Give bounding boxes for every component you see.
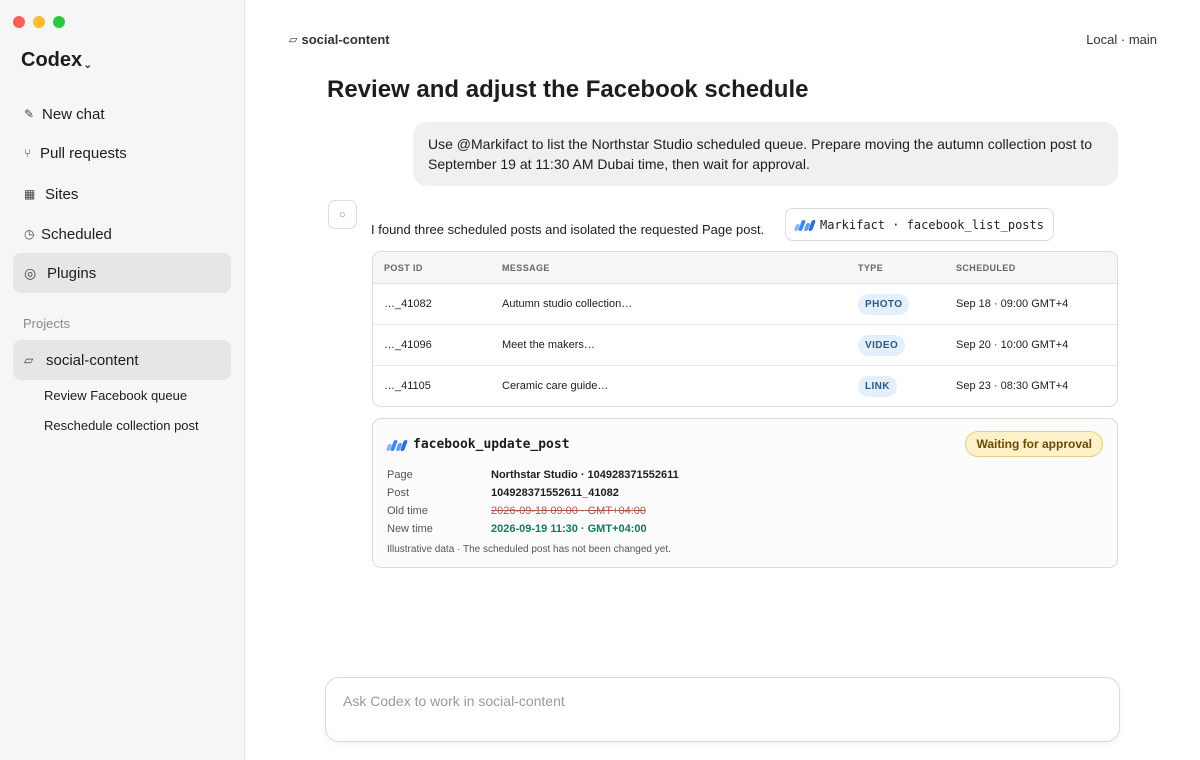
sidebar-item-label: Sites (45, 185, 79, 203)
sidebar-item-plugins[interactable]: ◎ Plugins (13, 253, 231, 293)
post-id-cell: …_41105 (384, 380, 431, 392)
field-value-page: Northstar Studio · 104928371552611 (491, 469, 679, 481)
main-panel: ▱ social-content Local · main Review and… (245, 0, 1200, 760)
composer (325, 677, 1120, 742)
sidebar: Codex ⌄ ✎ New chat ⑂ Pull requests ▦ Sit… (0, 0, 245, 760)
scheduled-cell: Sep 23 · 08:30 GMT+4 (956, 380, 1069, 392)
app-switcher[interactable]: Codex ⌄ (21, 49, 92, 72)
close-window-button[interactable] (13, 16, 25, 28)
folder-icon: ▱ (24, 353, 34, 367)
zoom-window-button[interactable] (53, 16, 65, 28)
field-value-new-time: 2026-09-19 11:30 · GMT+04:00 (491, 523, 647, 535)
plugin-icon: ◎ (24, 264, 37, 281)
message-cell: Ceramic care guide… (502, 380, 609, 392)
update-post-card: facebook_update_post Waiting for approva… (372, 418, 1118, 568)
projects-heading: Projects (23, 316, 70, 331)
window-controls (13, 16, 65, 28)
type-badge: PHOTO (858, 294, 910, 315)
field-label-page: Page (387, 469, 413, 481)
markifact-logo-icon (385, 439, 409, 451)
table-row: …_41105 Ceramic care guide… LINK Sep 23 … (373, 366, 1117, 406)
column-header-type: TYPE (858, 263, 884, 273)
table-row: …_41096 Meet the makers… VIDEO Sep 20 · … (373, 325, 1117, 366)
sidebar-project-social-content[interactable]: ▱ social-content (13, 340, 231, 380)
sidebar-item-new-chat[interactable]: ✎ New chat (13, 94, 231, 134)
thread-review-facebook-queue[interactable]: Review Facebook queue (44, 388, 187, 403)
scheduled-posts-table: POST ID MESSAGE TYPE SCHEDULED …_41082 A… (372, 251, 1118, 407)
markifact-logo-icon (793, 219, 817, 231)
column-header-post-id: POST ID (384, 263, 423, 273)
environment-selector[interactable]: Local · main (1086, 32, 1157, 47)
thread-reschedule-collection-post[interactable]: Reschedule collection post (44, 418, 199, 433)
type-badge: LINK (858, 376, 897, 397)
chevron-down-icon: ⌄ (83, 59, 93, 71)
update-tool-name: facebook_update_post (413, 437, 570, 452)
status-badge: Waiting for approval (965, 431, 1103, 457)
update-card-title: facebook_update_post (385, 437, 570, 452)
field-label-new-time: New time (387, 523, 433, 535)
composer-input[interactable] (343, 692, 1103, 710)
sidebar-item-label: Pull requests (40, 144, 127, 162)
assistant-avatar: ○ (328, 200, 357, 229)
breadcrumb[interactable]: ▱ social-content (289, 32, 390, 47)
sidebar-item-pull-requests[interactable]: ⑂ Pull requests (13, 133, 231, 173)
brand-name: Codex (21, 49, 83, 71)
scheduled-cell: Sep 20 · 10:00 GMT+4 (956, 339, 1069, 351)
sidebar-item-sites[interactable]: ▦ Sites (13, 174, 231, 214)
post-id-cell: …_41096 (384, 339, 432, 351)
sidebar-item-scheduled[interactable]: ◷ Scheduled (13, 214, 231, 254)
assistant-message: I found three scheduled posts and isolat… (371, 222, 765, 237)
scheduled-cell: Sep 18 · 09:00 GMT+4 (956, 298, 1069, 310)
column-header-message: MESSAGE (502, 263, 550, 273)
folder-icon: ▱ (289, 34, 298, 46)
field-value-old-time: 2026-09-18 09:00 · GMT+04:00 (491, 505, 647, 517)
sidebar-item-label: Plugins (47, 264, 97, 282)
branch-icon: ⑂ (24, 146, 32, 160)
clock-icon: ◷ (24, 227, 35, 241)
sidebar-item-label: Scheduled (41, 225, 112, 243)
field-value-post: 104928371552611_41082 (491, 487, 619, 499)
field-label-post: Post (387, 487, 410, 499)
update-card-note: Illustrative data · The scheduled post h… (387, 544, 671, 555)
minimize-window-button[interactable] (33, 16, 45, 28)
post-id-cell: …_41082 (384, 298, 432, 310)
table-header: POST ID MESSAGE TYPE SCHEDULED (373, 252, 1117, 284)
user-message: Use @Markifact to list the Northstar Stu… (413, 122, 1118, 186)
breadcrumb-project: social-content (301, 32, 390, 47)
type-badge: VIDEO (858, 335, 906, 356)
tool-call-pill[interactable]: Markifact · facebook_list_posts (785, 208, 1054, 241)
message-cell: Meet the makers… (502, 339, 595, 351)
sidebar-item-label: social-content (46, 351, 139, 369)
page-title: Review and adjust the Facebook schedule (327, 76, 809, 103)
table-row: …_41082 Autumn studio collection… PHOTO … (373, 284, 1117, 325)
message-cell: Autumn studio collection… (502, 298, 633, 310)
tool-call-label: Markifact · facebook_list_posts (820, 217, 1044, 232)
grid-icon: ▦ (24, 187, 36, 201)
sidebar-item-label: New chat (42, 105, 105, 123)
pencil-icon: ✎ (24, 107, 35, 121)
field-label-old-time: Old time (387, 505, 428, 517)
column-header-scheduled: SCHEDULED (956, 263, 1016, 273)
